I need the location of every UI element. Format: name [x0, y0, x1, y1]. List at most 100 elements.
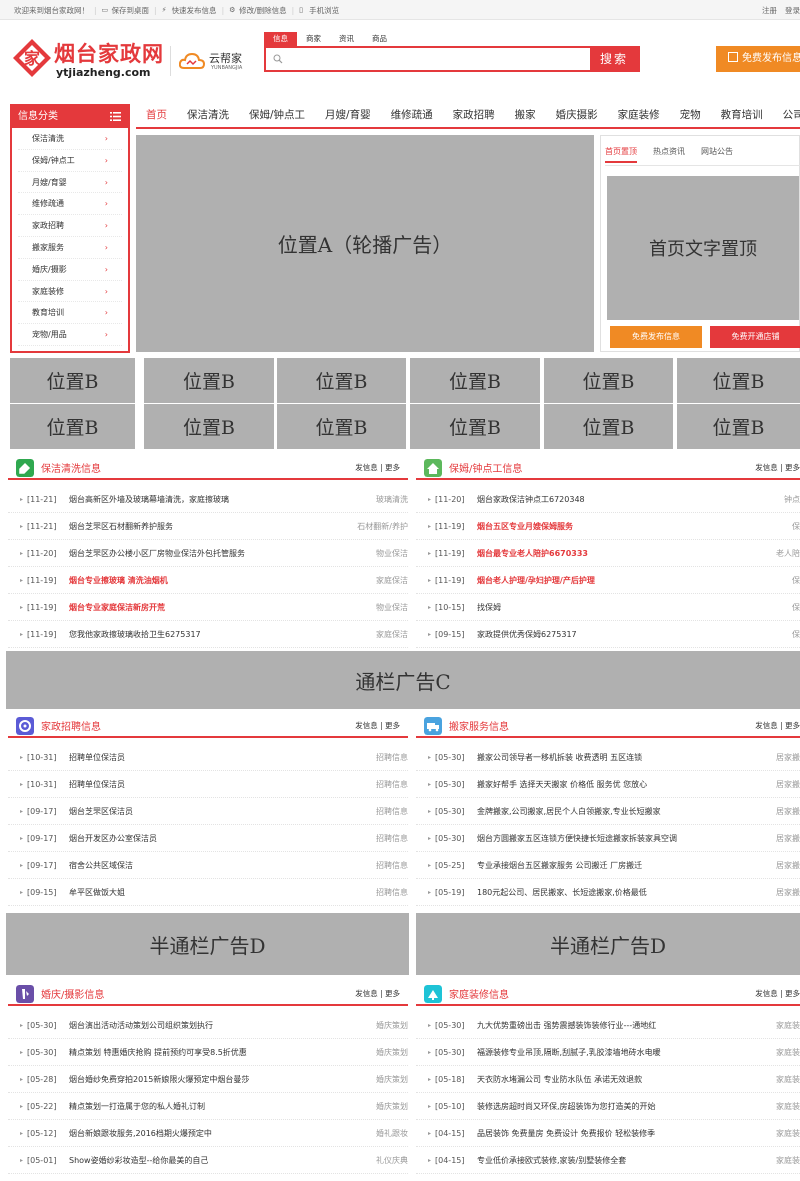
list-item[interactable]: ▸ [05-30] 精点策划 特惠婚庆抢购 提前预约可享受8.5折优惠 婚庆策划 [8, 1039, 408, 1066]
item-title[interactable]: 天衣防水堵漏公司 专业防水队伍 承诺无效退款 [477, 1066, 642, 1093]
section-more-links[interactable]: 发信息 | 更多 [755, 988, 800, 999]
ad-b-slot[interactable]: 位置B [144, 358, 274, 403]
item-category[interactable]: 招聘信息 [376, 879, 408, 906]
nav-item[interactable]: 教育培训 [711, 103, 773, 127]
item-title[interactable]: 烟台芝罘区办公楼小区厂房物业保洁外包托管服务 [69, 540, 245, 567]
ad-b-slot[interactable]: 位置B [10, 404, 135, 449]
item-title[interactable]: 牟平区做饭大姐 [69, 879, 125, 906]
item-title[interactable]: 专业低价承接欧式装修,家装/别墅装修全套 [477, 1147, 626, 1174]
item-category[interactable]: 礼仪庆典 [376, 1147, 408, 1174]
tab-hot-news[interactable]: 热点资讯 [653, 146, 685, 163]
item-title[interactable]: 专业承接烟台五区搬家服务 公司搬迁 厂房搬迁 [477, 852, 642, 879]
item-title[interactable]: 烟台专业擦玻璃 清洗油烟机 [69, 567, 168, 594]
item-category[interactable]: 招聘信息 [376, 852, 408, 879]
half-banner-ad-d-left[interactable]: 半通栏广告D [6, 913, 409, 975]
nav-item[interactable]: 搬家 [505, 103, 546, 127]
category-item[interactable]: 家政招聘 › [18, 215, 122, 237]
ad-b-slot[interactable]: 位置B [544, 358, 673, 403]
item-title[interactable]: 精点策划 特惠婚庆抢购 提前预约可享受8.5折优惠 [69, 1039, 247, 1066]
item-title[interactable]: 招聘单位保洁员 [69, 744, 125, 771]
item-category[interactable]: 婚庆策划 [376, 1066, 408, 1093]
section-more-links[interactable]: 发信息 | 更多 [355, 462, 400, 473]
item-category[interactable]: 石材翻新/养护 [357, 513, 408, 540]
search-button[interactable]: 搜索 [590, 48, 638, 70]
category-item[interactable]: 婚庆/摄影 › [18, 259, 122, 281]
search-tab-info[interactable]: 信息 [264, 32, 297, 46]
category-item[interactable]: 月嫂/育婴 › [18, 172, 122, 194]
item-title[interactable]: 烟台老人护理/孕妇护理/产后护理 [477, 567, 595, 594]
nav-item[interactable]: 宠物 [670, 103, 711, 127]
section-title[interactable]: 保姆/钟点工信息 [449, 460, 522, 475]
nav-item[interactable]: 家庭装修 [608, 103, 670, 127]
tab-home-top[interactable]: 首页置顶 [605, 146, 637, 163]
nav-item[interactable]: 维修疏通 [381, 103, 443, 127]
list-item[interactable]: ▸ [10-31] 招聘单位保洁员 招聘信息 [8, 744, 408, 771]
item-category[interactable]: 家庭保洁 [376, 567, 408, 594]
item-category[interactable]: 居家搬迁 [776, 879, 800, 906]
item-category[interactable]: 招聘信息 [376, 771, 408, 798]
login-link[interactable]: 登录 [785, 5, 800, 16]
item-category[interactable]: 婚庆策划 [376, 1093, 408, 1120]
list-item[interactable]: ▸ [11-19] 烟台专业家庭保洁新房开荒 物业保洁 [8, 594, 408, 621]
list-item[interactable]: ▸ [09-17] 烟台芝罘区保洁员 招聘信息 [8, 798, 408, 825]
item-category[interactable]: 物业保洁 [376, 594, 408, 621]
search-tab-news[interactable]: 资讯 [330, 32, 363, 46]
nav-item[interactable]: 家政招聘 [443, 103, 505, 127]
ad-b-slot[interactable]: 位置B [144, 404, 274, 449]
partner-logo[interactable]: 云帮家 YUNBANGJIA [170, 46, 250, 76]
item-title[interactable]: 烟台家政保洁钟点工6720348 [477, 486, 585, 513]
nav-item[interactable]: 婚庆摄影 [546, 103, 608, 127]
list-item[interactable]: ▸ [09-17] 烟台开发区办公室保洁员 招聘信息 [8, 825, 408, 852]
item-category[interactable]: 老人陪护 [776, 540, 800, 567]
list-item[interactable]: ▸[05-30] 搬家好帮手 选择天天搬家 价格低 服务优 您放心 居家搬迁 [416, 771, 800, 798]
ad-b-slot[interactable]: 位置B [277, 358, 406, 403]
item-title[interactable]: Show姿婚纱彩妆造型--给你最美的自己 [69, 1147, 208, 1174]
item-category[interactable]: 家庭保洁 [376, 621, 408, 648]
item-title[interactable]: 装修选房超时尚又环保,房超装饰为您打造美的开始 [477, 1093, 656, 1120]
list-item[interactable]: ▸ [10-31] 招聘单位保洁员 招聘信息 [8, 771, 408, 798]
ad-b-slot[interactable]: 位置B [277, 404, 406, 449]
search-tab-merchant[interactable]: 商家 [297, 32, 330, 46]
item-title[interactable]: 烟台芝罘区保洁员 [69, 798, 133, 825]
item-category[interactable]: 婚礼跟妆 [376, 1120, 408, 1147]
list-item[interactable]: ▸[09-15] 家政提供优秀保姆6275317 保姆 [416, 621, 800, 648]
nav-item[interactable]: 月嫂/育婴 [315, 103, 381, 127]
search-input[interactable] [288, 50, 588, 68]
item-category[interactable]: 婚庆策划 [376, 1012, 408, 1039]
top-text-ad[interactable]: 首页文字置顶 [607, 176, 799, 320]
item-title[interactable]: 烟台高新区外墙及玻璃幕墙清洗，家庭擦玻璃 [69, 486, 229, 513]
save-desktop-link[interactable]: ▭ 保存到桌面 [102, 5, 150, 16]
item-title[interactable]: 烟台五区专业月嫂保姆服务 [477, 513, 573, 540]
item-category[interactable]: 婚庆策划 [376, 1039, 408, 1066]
list-item[interactable]: ▸[05-19] 180元起公司、居民搬家、长短途搬家,价格最低 居家搬迁 [416, 879, 800, 906]
site-logo[interactable]: 家 烟台家政网 ytjiazheng.com [12, 38, 167, 83]
item-category[interactable]: 玻璃清洗 [376, 486, 408, 513]
item-category[interactable]: 家庭装修 [776, 1147, 800, 1174]
list-item[interactable]: ▸ [09-15] 牟平区做饭大姐 招聘信息 [8, 879, 408, 906]
item-category[interactable]: 招聘信息 [376, 798, 408, 825]
search-tab-goods[interactable]: 商品 [363, 32, 396, 46]
item-category[interactable]: 居家搬迁 [776, 852, 800, 879]
item-title[interactable]: 搬家好帮手 选择天天搬家 价格低 服务优 您放心 [477, 771, 647, 798]
list-item[interactable]: ▸[05-10] 装修选房超时尚又环保,房超装饰为您打造美的开始 家庭装修 [416, 1093, 800, 1120]
ad-b-slot[interactable]: 位置B [10, 358, 135, 403]
list-item[interactable]: ▸ [11-19] 您我他家政擦玻璃收拾卫生6275317 家庭保洁 [8, 621, 408, 648]
item-category[interactable]: 保姆 [792, 621, 800, 648]
section-title[interactable]: 保洁清洗信息 [41, 460, 101, 475]
carousel-ad-a[interactable]: 位置A（轮播广告） [136, 135, 594, 352]
item-title[interactable]: 烟台方圆搬家五区连锁方便快捷长短途搬家拆装家具空调 [477, 825, 677, 852]
item-title[interactable]: 找保姆 [477, 594, 501, 621]
item-category[interactable]: 家庭装修 [776, 1120, 800, 1147]
list-item[interactable]: ▸[05-30] 九大优势重磅出击 强势震撼装饰装修行业---通地红 家庭装修 [416, 1012, 800, 1039]
mobile-link[interactable]: ▯ 手机浏览 [299, 5, 339, 16]
nav-item[interactable]: 公司 [773, 103, 800, 127]
item-category[interactable]: 保姆 [792, 567, 800, 594]
section-title[interactable]: 婚庆/摄影信息 [41, 986, 104, 1001]
item-category[interactable]: 家庭装修 [776, 1012, 800, 1039]
item-title[interactable]: 烟台新娘跟妆服务,2016档期火爆预定中 [69, 1120, 212, 1147]
list-item[interactable]: ▸ [05-01] Show姿婚纱彩妆造型--给你最美的自己 礼仪庆典 [8, 1147, 408, 1174]
ad-b-slot[interactable]: 位置B [544, 404, 673, 449]
category-item[interactable]: 保姆/钟点工 › [18, 150, 122, 172]
list-item[interactable]: ▸ [11-21] 烟台高新区外墙及玻璃幕墙清洗，家庭擦玻璃 玻璃清洗 [8, 486, 408, 513]
list-item[interactable]: ▸[05-30] 搬家公司领导者一移机拆装 收费透明 五区连锁 居家搬迁 [416, 744, 800, 771]
